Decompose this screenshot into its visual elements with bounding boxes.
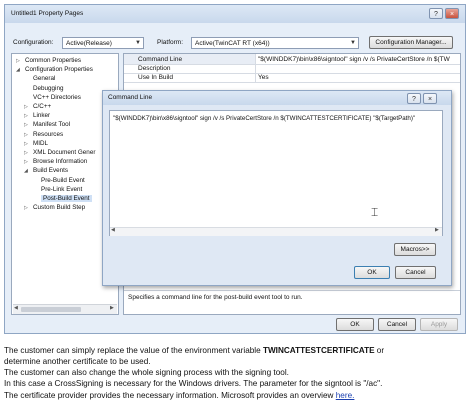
apply-button[interactable]: Apply [420,318,458,331]
expand-icon[interactable]: ▷ [24,122,28,128]
tree-item[interactable]: Post-Build Event [41,195,92,202]
tree-item[interactable]: MIDL [33,140,48,147]
command-text[interactable]: "$(WINDDK7)\bin\x86\signtool" sign /v /s… [113,115,415,122]
grid-row-name: Description [138,65,171,72]
expand-icon[interactable]: ▷ [24,159,28,165]
collapse-icon[interactable]: ◢ [24,168,28,174]
chevron-down-icon: ▼ [350,40,356,46]
tree-item[interactable]: Pre-Link Event [41,186,82,193]
dialog-horizontal-scrollbar[interactable]: ◀ ▶ [110,227,442,236]
tree-item[interactable]: XML Document Gener [33,149,95,156]
grid-row-value[interactable]: Yes [258,74,269,81]
text-segment: The certificate provider provides the ne… [4,391,336,400]
collapse-icon[interactable]: ◢ [16,67,20,73]
command-line-dialog: Command Line ? × "$(WINDDK7)\bin\x86\sig… [102,90,452,286]
tree-item[interactable]: Manifest Tool [33,121,70,128]
expand-icon[interactable]: ▷ [24,205,28,211]
dialog-close-button[interactable]: × [423,93,437,104]
tree-item[interactable]: Custom Build Step [33,204,85,211]
scroll-right-icon[interactable]: ▶ [435,227,439,233]
expand-icon[interactable]: ▷ [24,132,28,138]
expand-icon[interactable]: ▷ [24,141,28,147]
expand-icon[interactable]: ▷ [24,113,28,119]
configuration-select[interactable]: Active(Release) ▼ [62,37,144,49]
cancel-button[interactable]: Cancel [378,318,416,331]
platform-select[interactable]: Active(TwinCAT RT (x64)) ▼ [191,37,359,49]
paragraph-line-4: In this case a CrossSigning is necessary… [4,379,383,388]
close-button[interactable]: × [445,8,459,19]
tree-item[interactable]: Browse Information [33,158,87,165]
tree-item[interactable]: Build Events [33,167,68,174]
configuration-manager-button[interactable]: Configuration Manager... [369,36,453,49]
paragraph-line-5: The certificate provider provides the ne… [4,391,354,400]
help-button[interactable]: ? [429,8,443,19]
text-cursor-icon: ⌶ [371,205,379,219]
tree-item[interactable]: Common Properties [25,57,81,64]
close-icon: × [427,96,433,103]
grid-row-name: Command Line [138,56,183,63]
platform-value: Active(TwinCAT RT (x64)) [195,40,270,47]
tree-item[interactable]: Pre-Build Event [41,177,85,184]
scroll-left-icon[interactable]: ◀ [111,227,115,233]
window-title: Untitled1 Property Pages [11,10,84,17]
text-segment: or [374,346,385,355]
scroll-left-icon[interactable]: ◀ [14,305,18,311]
tree-item[interactable]: Configuration Properties [25,66,93,73]
dialog-help-button[interactable]: ? [407,93,421,104]
expand-icon[interactable]: ▷ [24,104,28,110]
chevron-down-icon: ▼ [135,40,141,46]
tree-item[interactable]: Resources [33,131,63,138]
platform-label: Platform: [157,39,184,46]
dialog-title-bar: Command Line ? × [103,91,451,105]
tree-item[interactable]: VC++ Directories [33,94,81,101]
dialog-ok-button[interactable]: OK [354,266,390,279]
macros-button[interactable]: Macros>> [394,243,436,256]
paragraph-line-1: The customer can simply replace the valu… [4,346,384,355]
tree-item[interactable]: Linker [33,112,50,119]
property-description: Specifies a command line for the post-bu… [128,294,303,301]
tree-item[interactable]: C/C++ [33,103,51,110]
scroll-thumb[interactable] [21,307,81,312]
dialog-title: Command Line [108,94,153,101]
expand-icon[interactable]: ▷ [24,150,28,156]
tree-item[interactable]: Debugging [33,85,63,92]
dialog-cancel-button[interactable]: Cancel [395,266,436,279]
grid-row-name: Use In Build [138,74,174,81]
help-icon: ? [434,11,438,18]
command-text-area[interactable]: "$(WINDDK7)\bin\x86\signtool" sign /v /s… [109,110,443,236]
variable-name: TWINCATTESTCERTIFICATE [262,346,375,355]
grid-row-value[interactable]: "$(WINDDK7)\bin\x86\signtool" sign /v /s… [258,56,450,63]
paragraph-line-2: determine another certificate to be used… [4,357,151,366]
overview-link[interactable]: here. [336,391,355,400]
tree-horizontal-scrollbar[interactable]: ◀ ▶ [13,304,117,314]
configuration-value: Active(Release) [66,40,112,47]
configuration-label: Configuration: [13,39,54,46]
expand-icon[interactable]: ▷ [16,58,20,64]
tree-item[interactable]: General [33,75,55,82]
scroll-right-icon[interactable]: ▶ [110,305,114,311]
ok-button[interactable]: OK [336,318,374,331]
text-segment: The customer can simply replace the valu… [4,346,263,355]
paragraph-line-3: The customer can also change the whole s… [4,368,289,377]
help-icon: ? [412,96,416,103]
close-icon: × [449,11,455,18]
title-bar: Untitled1 Property Pages ? × [5,5,465,23]
